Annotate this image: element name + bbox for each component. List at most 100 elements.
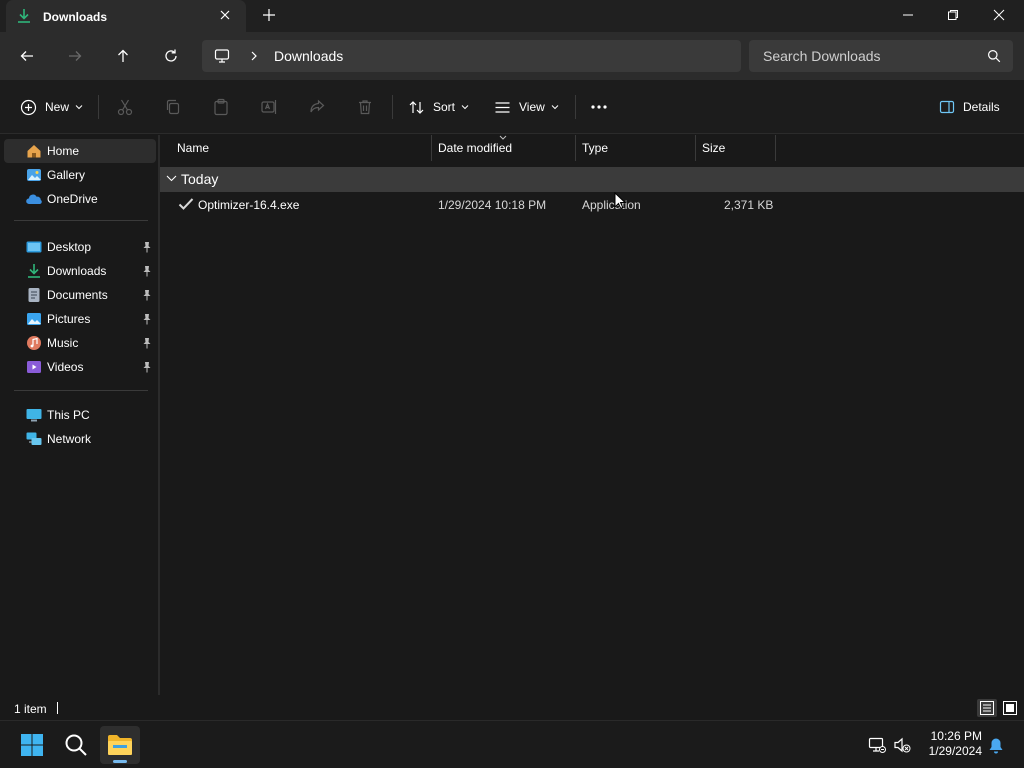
paste-icon[interactable]	[212, 98, 230, 116]
pictures-icon	[26, 311, 42, 327]
this-pc-icon[interactable]	[214, 48, 230, 64]
back-icon[interactable]	[15, 44, 39, 68]
view-list-icon	[494, 99, 511, 116]
new-label: New	[45, 100, 70, 114]
view-label: View	[519, 100, 545, 114]
table-row[interactable]: Optimizer-16.4.exe 1/29/2024 10:18 PM Ap…	[160, 193, 1024, 215]
divider	[392, 95, 393, 119]
column-divider[interactable]	[775, 135, 776, 161]
running-indicator	[113, 760, 127, 763]
pin-icon[interactable]	[142, 361, 152, 373]
desktop-icon	[26, 239, 42, 255]
sidebar-item-label: Videos	[47, 360, 84, 374]
file-list: Name Date modified Type Size Today Optim…	[160, 135, 1024, 695]
column-header-date-modified[interactable]: Date modified	[438, 135, 512, 161]
address-row: Downloads	[0, 32, 1024, 80]
restore-icon[interactable]	[930, 0, 976, 30]
sort-label: Sort	[433, 100, 456, 114]
sidebar-item-pictures[interactable]: Pictures	[4, 307, 156, 331]
column-divider[interactable]	[431, 135, 432, 161]
sidebar-item-home[interactable]: Home	[4, 139, 156, 163]
copy-icon[interactable]	[164, 98, 182, 116]
network-icon	[26, 431, 42, 447]
sidebar-item-label: Music	[47, 336, 79, 350]
sidebar-divider	[14, 390, 148, 391]
forward-icon[interactable]	[63, 44, 87, 68]
clock-date: 1/29/2024	[928, 744, 982, 758]
sidebar-divider	[14, 220, 148, 221]
sidebar-item-label: Home	[47, 144, 80, 158]
column-divider[interactable]	[575, 135, 576, 161]
sidebar-item-downloads[interactable]: Downloads	[4, 259, 156, 283]
sidebar-item-label: Desktop	[47, 240, 92, 254]
details-view-toggle[interactable]	[977, 699, 997, 717]
onedrive-icon	[26, 191, 42, 207]
new-tab-icon[interactable]	[262, 8, 276, 22]
documents-icon	[26, 287, 42, 303]
large-icons-view-toggle[interactable]	[1000, 699, 1020, 717]
window-tab[interactable]: Downloads	[6, 0, 246, 34]
pin-icon[interactable]	[142, 289, 152, 301]
chevron-down-icon[interactable]	[166, 175, 177, 182]
breadcrumb-downloads[interactable]: Downloads	[274, 48, 343, 64]
sidebar-item-desktop[interactable]: Desktop	[4, 235, 156, 259]
network-status-icon[interactable]	[868, 736, 886, 754]
file-explorer-icon[interactable]	[100, 726, 140, 764]
pin-icon[interactable]	[142, 241, 152, 253]
rename-icon[interactable]	[260, 98, 278, 116]
refresh-icon[interactable]	[159, 44, 183, 68]
download-icon	[26, 263, 42, 279]
search-icon[interactable]	[987, 49, 1001, 63]
volume-muted-icon[interactable]	[893, 736, 911, 754]
file-type: Application	[582, 198, 641, 212]
search-icon[interactable]	[56, 726, 96, 764]
sidebar-item-videos[interactable]: Videos	[4, 355, 156, 379]
address-bar[interactable]: Downloads	[202, 40, 741, 72]
column-divider[interactable]	[695, 135, 696, 161]
pin-icon[interactable]	[142, 337, 152, 349]
search-input[interactable]	[749, 40, 979, 72]
close-icon[interactable]	[976, 0, 1022, 30]
file-name[interactable]: Optimizer-16.4.exe	[198, 198, 299, 212]
sidebar-item-music[interactable]: Music	[4, 331, 156, 355]
mouse-cursor-icon	[614, 192, 626, 210]
chevron-right-icon[interactable]	[248, 49, 260, 63]
new-button[interactable]: New	[20, 94, 83, 120]
column-header-size[interactable]: Size	[702, 135, 725, 161]
column-header-name[interactable]: Name	[177, 135, 209, 161]
clock[interactable]: 10:26 PM 1/29/2024	[920, 729, 982, 759]
sidebar-item-gallery[interactable]: Gallery	[4, 163, 156, 187]
start-icon[interactable]	[12, 726, 52, 764]
share-icon[interactable]	[308, 98, 326, 116]
sidebar-item-label: Documents	[47, 288, 108, 302]
delete-icon[interactable]	[356, 98, 374, 116]
minimize-icon[interactable]	[885, 0, 931, 30]
pin-icon[interactable]	[142, 313, 152, 325]
details-label: Details	[963, 100, 1000, 114]
sidebar-item-label: This PC	[47, 408, 90, 422]
videos-icon	[26, 359, 42, 375]
details-button[interactable]: Details	[939, 94, 1000, 120]
sidebar-item-label: Pictures	[47, 312, 91, 326]
close-tab-icon[interactable]	[219, 9, 231, 21]
taskbar: 10:26 PM 1/29/2024	[0, 720, 1024, 768]
group-header-today[interactable]: Today	[160, 167, 1024, 192]
notification-bell-icon[interactable]	[988, 737, 1004, 754]
music-icon	[26, 335, 42, 351]
divider	[575, 95, 576, 119]
chevron-down-icon	[75, 104, 83, 110]
cut-icon[interactable]	[116, 98, 134, 116]
more-options-icon[interactable]	[590, 102, 608, 112]
sort-button[interactable]: Sort	[408, 94, 469, 120]
column-header-type[interactable]: Type	[582, 135, 608, 161]
file-date-modified: 1/29/2024 10:18 PM	[438, 198, 547, 212]
sidebar-item-this-pc[interactable]: This PC	[4, 403, 156, 427]
up-icon[interactable]	[111, 44, 135, 68]
search-box[interactable]	[749, 40, 1013, 72]
view-button[interactable]: View	[494, 94, 559, 120]
sidebar-item-network[interactable]: Network	[4, 427, 156, 451]
sidebar-item-label: Network	[47, 432, 92, 446]
sidebar-item-documents[interactable]: Documents	[4, 283, 156, 307]
sidebar-item-onedrive[interactable]: OneDrive	[4, 187, 156, 211]
pin-icon[interactable]	[142, 265, 152, 277]
